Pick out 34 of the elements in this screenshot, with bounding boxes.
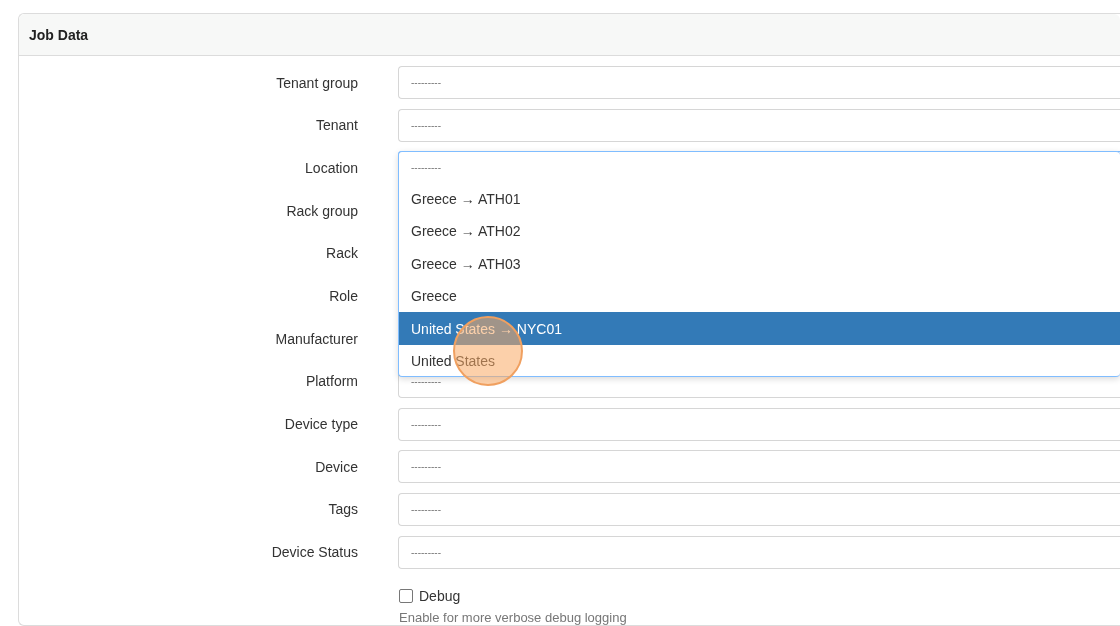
placeholder-text: --------- <box>411 461 441 473</box>
field-label: Role <box>328 287 358 304</box>
select-field[interactable]: --------- <box>398 492 1120 526</box>
dropdown-option[interactable]: Greece <box>399 279 1120 313</box>
placeholder-text: --------- <box>411 546 441 558</box>
field-label: Device Status <box>270 544 358 561</box>
field-label: Tenant <box>314 117 358 134</box>
placeholder-text: --------- <box>410 160 442 175</box>
dropdown-option[interactable]: Greece → ATH02 <box>399 214 1120 248</box>
select-field[interactable]: --------- <box>398 108 1120 142</box>
field-label: Device <box>314 458 358 475</box>
placeholder-text: --------- <box>411 503 441 515</box>
panel-title: Job Data <box>19 14 1120 56</box>
checkbox[interactable] <box>399 589 413 604</box>
select-field[interactable]: --------- <box>398 450 1120 484</box>
field-label: Device type <box>283 416 358 432</box>
field-label: Rack <box>325 245 358 262</box>
help-text: Enable for more verbose debug logging <box>399 610 628 626</box>
field-label: Rack group <box>285 202 358 219</box>
dropdown-option[interactable]: Greece → ATH01 <box>399 182 1120 215</box>
placeholder-text: --------- <box>411 375 441 387</box>
placeholder-text: --------- <box>411 77 441 88</box>
checkbox-label: Debug <box>419 588 461 605</box>
placeholder-text: --------- <box>411 119 441 131</box>
field-label: Location <box>304 159 358 176</box>
select-field[interactable]: --------- <box>398 535 1120 569</box>
dropdown-option[interactable]: Greece → ATH03 <box>399 247 1120 280</box>
field-label: Tenant group <box>275 74 358 91</box>
field-label: Platform <box>304 373 358 390</box>
placeholder-text: --------- <box>411 418 441 430</box>
field-label: Tags <box>327 501 358 518</box>
select-field[interactable]: --------- <box>398 407 1120 441</box>
select-field[interactable]: --------- <box>398 66 1120 99</box>
field-label: Manufacturer <box>274 330 358 347</box>
